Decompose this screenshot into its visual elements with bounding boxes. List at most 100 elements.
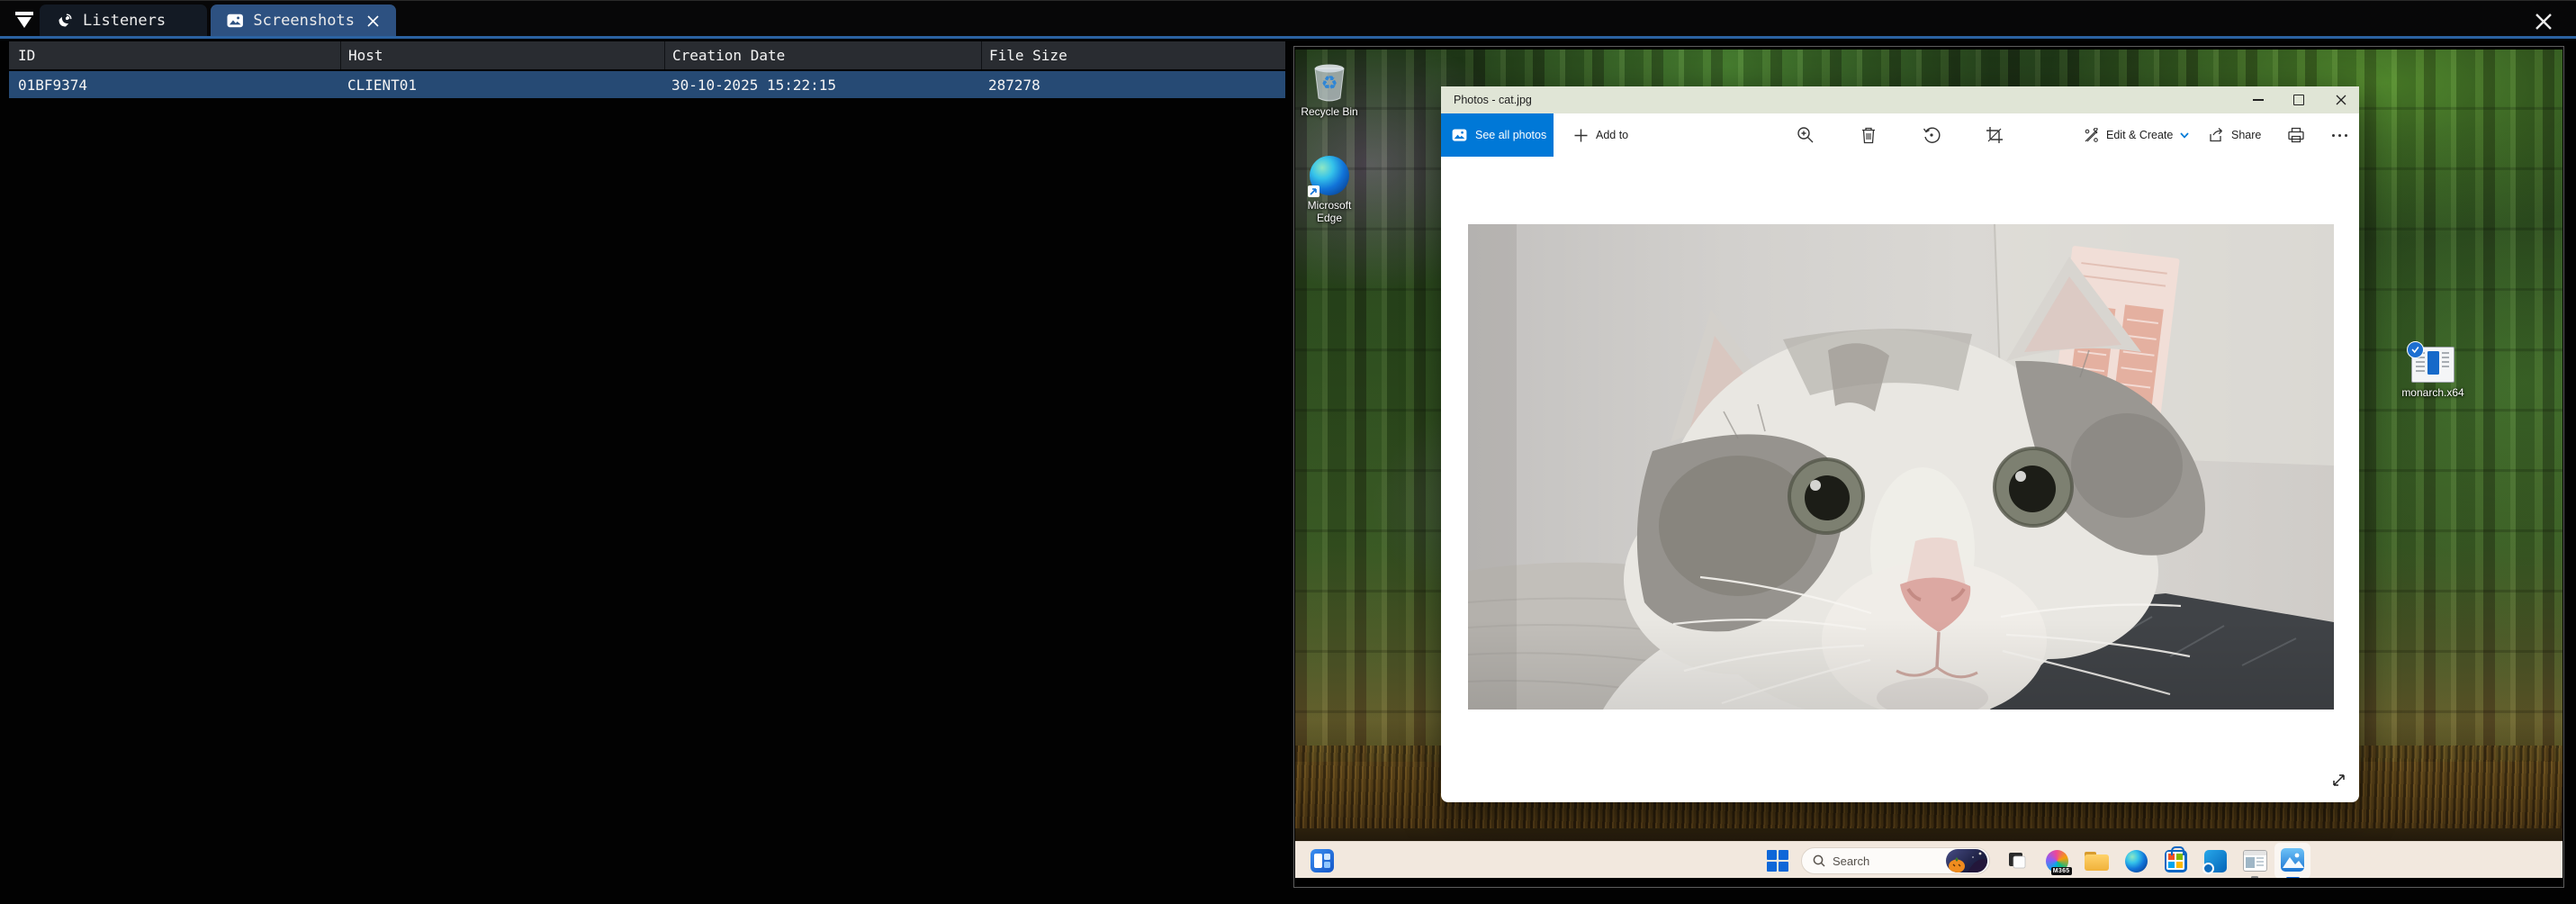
- tab-close-button[interactable]: [366, 14, 380, 28]
- desktop-icon-monarch[interactable]: monarch.x64: [2390, 347, 2476, 399]
- minimize-button[interactable]: [2238, 86, 2278, 113]
- photos-icon: [2281, 848, 2304, 872]
- rotate-icon: [1923, 126, 1941, 144]
- more-icon: [2332, 134, 2347, 137]
- search-highlight-art: [1946, 849, 1987, 872]
- print-button[interactable]: [2281, 113, 2311, 157]
- edit-create-icon: [2084, 128, 2099, 143]
- satellite-dish-icon: [56, 13, 73, 30]
- zoom-button[interactable]: [1790, 113, 1821, 157]
- widgets-icon: [1311, 849, 1334, 872]
- tab-listeners-label: Listeners: [83, 12, 166, 30]
- close-button[interactable]: [2321, 86, 2361, 113]
- print-icon: [2287, 126, 2305, 144]
- search-icon: [1813, 854, 1825, 867]
- close-icon: [2336, 95, 2346, 105]
- edge-taskbar-button[interactable]: [2123, 848, 2148, 873]
- desktop-icon-label: Microsoft Edge: [1295, 199, 1365, 225]
- store-button[interactable]: [2163, 848, 2188, 873]
- table-row-selected[interactable]: 01BF9374 CLIENT01 30-10-2025 15:22:15 28…: [9, 71, 1285, 98]
- tab-screenshots-label: Screenshots: [253, 12, 355, 30]
- edit-and-create-label: Edit & Create: [2106, 129, 2173, 141]
- edge-icon: [2125, 850, 2148, 872]
- column-header-creation-date[interactable]: Creation Date: [664, 41, 981, 69]
- tab-listeners[interactable]: Listeners: [40, 5, 207, 37]
- window-close-button[interactable]: [2531, 9, 2556, 34]
- search-input[interactable]: Search: [1801, 847, 1990, 874]
- minimize-icon: [2253, 99, 2264, 101]
- tab-screenshots[interactable]: Screenshots: [211, 5, 396, 37]
- recycle-bin-icon: ♻: [1310, 60, 1349, 102]
- app-window-icon: [2243, 850, 2267, 872]
- filter-icon: [14, 10, 35, 30]
- add-to-label: Add to: [1596, 129, 1628, 141]
- see-all-photos-button[interactable]: See all photos: [1441, 113, 1554, 157]
- photos-taskbar-button[interactable]: [2274, 843, 2310, 878]
- outlook-icon: [2204, 850, 2227, 872]
- photo-cat-jpg: [1468, 224, 2334, 710]
- maximize-button[interactable]: [2279, 86, 2319, 113]
- delete-icon: [1860, 126, 1877, 144]
- copilot-icon: M365: [2046, 850, 2068, 872]
- widgets-button[interactable]: [1310, 848, 1335, 873]
- outlook-button[interactable]: [2202, 848, 2228, 873]
- add-to-button[interactable]: Add to: [1567, 113, 1635, 157]
- table-header-row: ID Host Creation Date File Size: [9, 41, 1285, 69]
- tab-bar: Listeners Screenshots: [0, 0, 2576, 37]
- start-icon: [1767, 850, 1788, 872]
- delete-button[interactable]: [1853, 113, 1884, 157]
- share-button[interactable]: Share: [2208, 113, 2261, 157]
- task-view-button[interactable]: [2004, 848, 2030, 873]
- desktop-icon-edge[interactable]: Microsoft Edge: [1295, 156, 1373, 225]
- expand-icon: [2331, 773, 2346, 788]
- cell-file-size: 287278: [981, 77, 1285, 94]
- close-icon: [2534, 12, 2553, 32]
- check-badge-icon: [2407, 341, 2424, 358]
- close-icon: [366, 14, 380, 28]
- edit-and-create-button[interactable]: Edit & Create: [2084, 113, 2189, 157]
- see-all-photos-label: See all photos: [1475, 129, 1546, 141]
- column-header-file-size[interactable]: File Size: [981, 41, 1285, 69]
- svg-text:♻: ♻: [1321, 72, 1338, 94]
- desktop-icon-recycle-bin[interactable]: ♻ Recycle Bin: [1295, 60, 1373, 118]
- screenshot-preview-pane: ♻ Recycle Bin Microsoft Edge: [1293, 46, 2564, 888]
- open-app-button[interactable]: [2242, 848, 2267, 873]
- cell-creation-date: 30-10-2025 15:22:15: [664, 77, 981, 94]
- search-placeholder: Search: [1833, 854, 1869, 868]
- crop-button[interactable]: [1979, 113, 2010, 157]
- start-button[interactable]: [1765, 848, 1790, 873]
- desktop-icon-label: Recycle Bin: [1301, 105, 1357, 118]
- m365-badge: M365: [2051, 867, 2072, 875]
- cell-id: 01BF9374: [9, 77, 340, 94]
- task-view-icon: [2006, 850, 2028, 872]
- rotate-button[interactable]: [1916, 113, 1947, 157]
- edge-icon: [1310, 156, 1349, 195]
- chevron-down-icon: [2180, 132, 2189, 139]
- see-all-photos-icon: [1452, 129, 1467, 141]
- windows-taskbar: Search: [1295, 841, 2562, 878]
- photos-window-title: Photos - cat.jpg: [1454, 94, 1532, 106]
- column-header-host[interactable]: Host: [340, 41, 664, 69]
- active-running-indicator: [2286, 877, 2300, 878]
- more-options-button[interactable]: [2324, 113, 2355, 157]
- plus-icon: [1574, 129, 1588, 142]
- screenshot-root: Listeners Screenshots ID Host: [0, 0, 2576, 904]
- image-icon: [227, 14, 243, 28]
- shortcut-arrow-icon: [1308, 185, 1320, 197]
- running-indicator: [2251, 876, 2258, 878]
- captured-desktop: ♻ Recycle Bin Microsoft Edge: [1295, 50, 2562, 878]
- zoom-icon: [1797, 126, 1815, 144]
- executable-icon: [2411, 347, 2454, 383]
- share-icon: [2208, 127, 2224, 143]
- cat-photo-illustration: [1468, 224, 2334, 710]
- file-explorer-button[interactable]: [2084, 848, 2109, 873]
- cell-host: CLIENT01: [340, 77, 664, 94]
- photos-toolbar: See all photos Add to: [1441, 113, 2359, 157]
- desktop-icon-label: monarch.x64: [2401, 386, 2463, 399]
- copilot-button[interactable]: M365: [2044, 848, 2069, 873]
- column-header-id[interactable]: ID: [9, 41, 340, 69]
- photos-title-bar[interactable]: Photos - cat.jpg: [1441, 86, 2359, 113]
- crop-icon: [1986, 126, 2004, 144]
- fullscreen-button[interactable]: [2328, 770, 2348, 790]
- filter-button[interactable]: [11, 7, 38, 32]
